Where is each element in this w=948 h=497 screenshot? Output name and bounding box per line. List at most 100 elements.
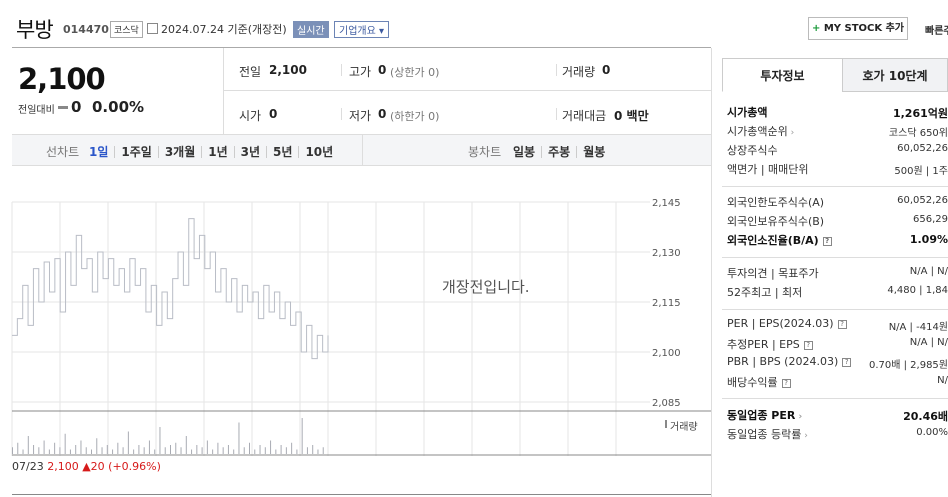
volume-bar bbox=[22, 449, 24, 454]
calendar-icon bbox=[147, 23, 158, 34]
volume-value: 0 bbox=[602, 63, 611, 77]
line-period-tab-1[interactable]: 1주일 bbox=[121, 143, 151, 160]
volume-bar bbox=[143, 447, 145, 454]
candle-period-tab-2[interactable]: 월봉 bbox=[583, 143, 605, 160]
help-icon[interactable]: ? bbox=[837, 319, 847, 329]
y-tick-label: 2,100 bbox=[652, 348, 681, 359]
invest-info-label: 동일업종 PER › bbox=[727, 407, 802, 423]
invest-info-label-text: PBR | BPS (2024.03) bbox=[727, 355, 839, 368]
line-period-tab-6[interactable]: 10년 bbox=[305, 143, 333, 160]
line-period-tab-4[interactable]: 3년 bbox=[241, 143, 260, 160]
tab-hoga-10[interactable]: 호가 10단계 bbox=[842, 58, 948, 92]
volume-bar bbox=[243, 447, 245, 454]
chevron-right-icon[interactable]: › bbox=[795, 412, 802, 422]
volume-bar bbox=[154, 449, 156, 454]
tab-separator bbox=[576, 145, 578, 158]
volume-bar bbox=[196, 445, 198, 454]
line-period-tabs: 1일 1주일 3개월 1년 3년 5년 10년 bbox=[89, 143, 333, 160]
high-value: 0 bbox=[378, 63, 387, 77]
market-not-open-message: 개장전입니다. bbox=[442, 278, 530, 296]
volume-bar bbox=[185, 436, 187, 454]
add-mystock-button[interactable]: + MY STOCK 추가 bbox=[808, 17, 908, 40]
volume-bar bbox=[264, 447, 266, 454]
candle-period-tab-0[interactable]: 일봉 bbox=[513, 143, 535, 160]
volume-bar bbox=[96, 438, 98, 454]
chevron-down-icon: ▾ bbox=[379, 26, 385, 37]
volume-bar bbox=[254, 449, 256, 454]
volume-bar bbox=[75, 445, 77, 454]
volume-bar bbox=[217, 442, 219, 454]
volume-bar bbox=[312, 445, 314, 454]
invest-info-label: 외국인소진율(B/A)? bbox=[727, 232, 832, 248]
low-value: 0 bbox=[378, 107, 387, 121]
side-group-divider bbox=[722, 257, 948, 258]
invest-info-value: 656,29 bbox=[913, 214, 948, 225]
volume-bar bbox=[175, 442, 177, 454]
quick-link[interactable]: 빠른주 bbox=[925, 22, 948, 37]
invest-info-label: 외국인보유주식수(B) bbox=[727, 213, 824, 229]
prev-day-close: 2,100 bbox=[47, 460, 79, 473]
invest-info-label: 배당수익률? bbox=[727, 374, 791, 390]
volume-bar bbox=[80, 440, 82, 454]
invest-info-value: N/A | -414원 bbox=[888, 322, 948, 333]
volume-bar bbox=[164, 447, 166, 454]
no-change-icon bbox=[58, 106, 68, 109]
volume-bar bbox=[122, 447, 124, 454]
help-icon[interactable]: ? bbox=[803, 340, 813, 350]
invest-info-value: 20.46배 bbox=[903, 410, 948, 423]
tab-separator bbox=[157, 145, 159, 158]
date-basis: 2024.07.24 기준(개장전) bbox=[161, 23, 287, 36]
chevron-right-icon[interactable]: › bbox=[801, 431, 808, 441]
line-chart-label: 선차트 bbox=[46, 145, 80, 159]
prev-day-summary: 07/23 2,100 ▲20 (+0.96%) bbox=[12, 460, 161, 473]
volume-bar bbox=[206, 440, 208, 454]
invest-info-label: 외국인한도주식수(A) bbox=[727, 194, 824, 210]
tab-separator bbox=[298, 145, 300, 158]
summary-sep bbox=[556, 108, 557, 120]
company-overview-button[interactable]: 기업개요 ▾ bbox=[334, 21, 390, 38]
candle-period-tab-1[interactable]: 주봉 bbox=[548, 143, 570, 160]
volume-bar bbox=[85, 447, 87, 454]
invest-info-value: 60,052,26 bbox=[897, 195, 948, 206]
help-icon[interactable]: ? bbox=[781, 378, 791, 388]
prev-day-date: 07/23 bbox=[12, 460, 44, 473]
line-period-tab-2[interactable]: 3개월 bbox=[165, 143, 195, 160]
invest-info-value: 0.70배 | 2,985원 bbox=[868, 360, 948, 371]
price-line bbox=[12, 218, 329, 360]
invest-info-value: 1.09% bbox=[909, 233, 948, 246]
volume-bar bbox=[43, 440, 45, 454]
line-period-tab-0[interactable]: 1일 bbox=[89, 143, 108, 160]
side-group-divider bbox=[722, 309, 948, 310]
volume-bar bbox=[280, 445, 282, 454]
invest-info-label-text: 동일업종 PER bbox=[727, 409, 796, 422]
invest-info-label: 투자의견 | 목표주가 bbox=[727, 265, 819, 281]
volume-bar bbox=[117, 442, 119, 454]
invest-info-label-text: 투자의견 | 목표주가 bbox=[727, 267, 819, 280]
help-icon[interactable]: ? bbox=[842, 357, 852, 367]
tab-invest-info[interactable]: 투자정보 bbox=[722, 58, 843, 92]
invest-info-value: N/A | N/ bbox=[909, 337, 948, 348]
prev-day-change-pct: (+0.96%) bbox=[108, 460, 161, 473]
chevron-right-icon[interactable]: › bbox=[788, 128, 795, 138]
prev-close-value: 2,100 bbox=[269, 63, 307, 77]
bottom-border bbox=[12, 494, 711, 495]
realtime-button[interactable]: 실시간 bbox=[293, 21, 329, 38]
volume-bar bbox=[322, 447, 324, 454]
header-divider bbox=[12, 47, 711, 48]
volume-legend-icon bbox=[665, 420, 667, 428]
invest-info-label-text: 외국인소진율(B/A) bbox=[727, 234, 819, 247]
invest-info-value: N/A | N/ bbox=[909, 266, 948, 277]
volume-bar bbox=[112, 449, 114, 454]
invest-info-label: 동일업종 등락률 › bbox=[727, 426, 808, 442]
invest-info-value: 500원 | 1주 bbox=[894, 166, 948, 177]
volume-bar bbox=[291, 442, 293, 454]
invest-info-value: 코스닥 650위 bbox=[888, 128, 948, 139]
volume-bar bbox=[170, 445, 171, 454]
invest-info-value: 60,052,26 bbox=[897, 143, 948, 154]
tab-separator bbox=[541, 145, 543, 158]
line-period-tab-3[interactable]: 1년 bbox=[208, 143, 227, 160]
volume-bar bbox=[227, 445, 229, 454]
help-icon[interactable]: ? bbox=[822, 236, 832, 246]
invest-info-label-text: 추정PER | EPS bbox=[727, 338, 800, 351]
line-period-tab-5[interactable]: 5년 bbox=[273, 143, 292, 160]
